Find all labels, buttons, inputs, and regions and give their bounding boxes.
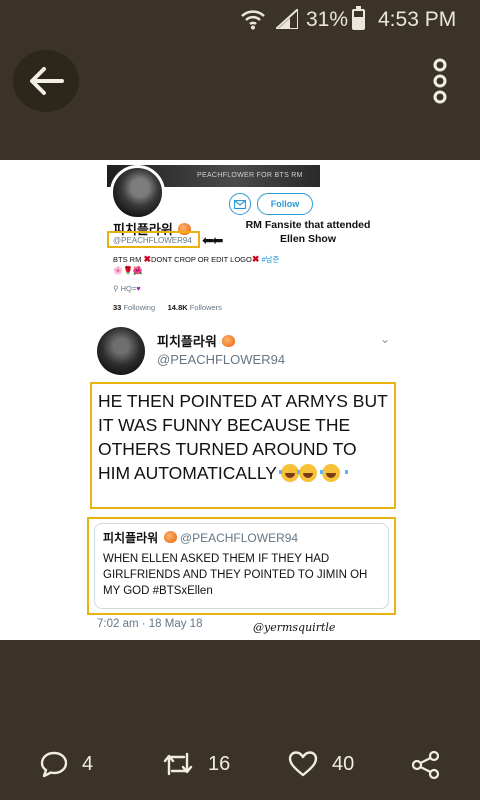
- arrow-left-icon: [30, 67, 64, 95]
- comment-button[interactable]: 4: [40, 750, 93, 778]
- quoted-tweet-header: 피치플라워 @PEACHFLOWER94: [103, 529, 380, 546]
- like-button[interactable]: 40: [288, 750, 354, 778]
- message-button: [229, 193, 251, 215]
- watermark-signature: @yermsquirtle: [253, 621, 336, 634]
- purple-heart-icon: ♥: [136, 284, 141, 293]
- profile-bio: BTS RM ✖DONT CROP OR EDIT LOGO✖ #남준: [113, 254, 279, 265]
- quoted-author-handle: @PEACHFLOWER94: [179, 531, 299, 545]
- following-label: Following: [123, 303, 156, 312]
- cross-mark-icon: ✖: [251, 254, 260, 264]
- quoted-tweet-highlight: 피치플라워 @PEACHFLOWER94 WHEN ELLEN ASKED TH…: [87, 517, 396, 615]
- post-image[interactable]: PEACHFLOWER FOR BTS RM Follow 피치플라워 @PEA…: [0, 160, 480, 640]
- more-vertical-icon: [433, 58, 447, 104]
- profile-avatar: [110, 165, 165, 220]
- followers-count: 14.8K: [167, 303, 188, 312]
- heart-icon: [288, 751, 318, 777]
- quoted-author-name: 피치플라워: [103, 531, 159, 545]
- battery-icon: [352, 6, 365, 30]
- signal-icon: [276, 9, 298, 29]
- quoted-tweet: 피치플라워 @PEACHFLOWER94 WHEN ELLEN ASKED TH…: [94, 523, 389, 609]
- status-bar: 31% 4:53 PM: [0, 0, 480, 40]
- wifi-icon: [241, 10, 265, 30]
- peach-icon: [163, 531, 177, 543]
- share-button[interactable]: [411, 750, 441, 780]
- tweet-author-name-text: 피치플라워: [157, 334, 217, 349]
- chevron-down-icon: ⌄: [380, 332, 391, 346]
- quoted-tweet-text: WHEN ELLEN ASKED THEM IF THEY HAD GIRLFR…: [103, 553, 368, 597]
- follow-button: Follow: [257, 193, 313, 215]
- more-options-button[interactable]: [422, 56, 458, 106]
- like-count: 40: [332, 752, 355, 775]
- clock: 4:53 PM: [378, 8, 457, 31]
- bio-prefix: BTS RM: [113, 255, 142, 264]
- laughing-emoji-icon: [297, 464, 326, 482]
- hq-label: HQ=: [120, 284, 137, 293]
- repost-button[interactable]: 16: [162, 750, 230, 778]
- laughing-emoji-icon: [320, 464, 349, 482]
- bio-middle: DONT CROP OR EDIT LOGO: [150, 255, 252, 264]
- mail-icon: [234, 199, 246, 209]
- following-count: 33: [113, 303, 122, 312]
- repost-count: 16: [208, 752, 231, 775]
- profile-location: ⚲ HQ=♥: [113, 284, 141, 293]
- tweet-text-box: HE THEN POINTED AT ARMYS BUT IT WAS FUNN…: [90, 382, 396, 509]
- followers-label: Followers: [189, 303, 222, 312]
- handle-highlight-box: [107, 231, 200, 248]
- location-pin-icon: ⚲: [113, 284, 119, 293]
- cross-mark-icon: ✖: [143, 254, 151, 264]
- tweet-author-handle: @PEACHFLOWER94: [157, 352, 286, 367]
- pointing-arrows: ⬅⬅: [202, 232, 224, 248]
- comment-icon: [40, 751, 68, 778]
- back-button[interactable]: [13, 50, 79, 112]
- comment-count: 4: [82, 752, 94, 775]
- share-icon: [411, 750, 440, 780]
- battery-percent: 31%: [306, 8, 349, 31]
- bio-flower-emoji: 🌸🌹🌺: [113, 266, 143, 275]
- post-action-bar: 4 16 40: [0, 740, 480, 790]
- fansite-annotation: RM Fansite that attended Ellen Show: [245, 219, 371, 245]
- tweet-author-name: 피치플라워: [157, 331, 236, 350]
- profile-stats: 33 Following 14.8K Followers: [113, 303, 222, 312]
- repost-icon: [163, 752, 193, 776]
- tweet-avatar: [97, 327, 145, 375]
- bio-hashtag: #남준: [261, 255, 280, 264]
- tweet-timestamp: 7:02 am · 18 May 18: [97, 618, 203, 630]
- peach-icon: [222, 335, 236, 347]
